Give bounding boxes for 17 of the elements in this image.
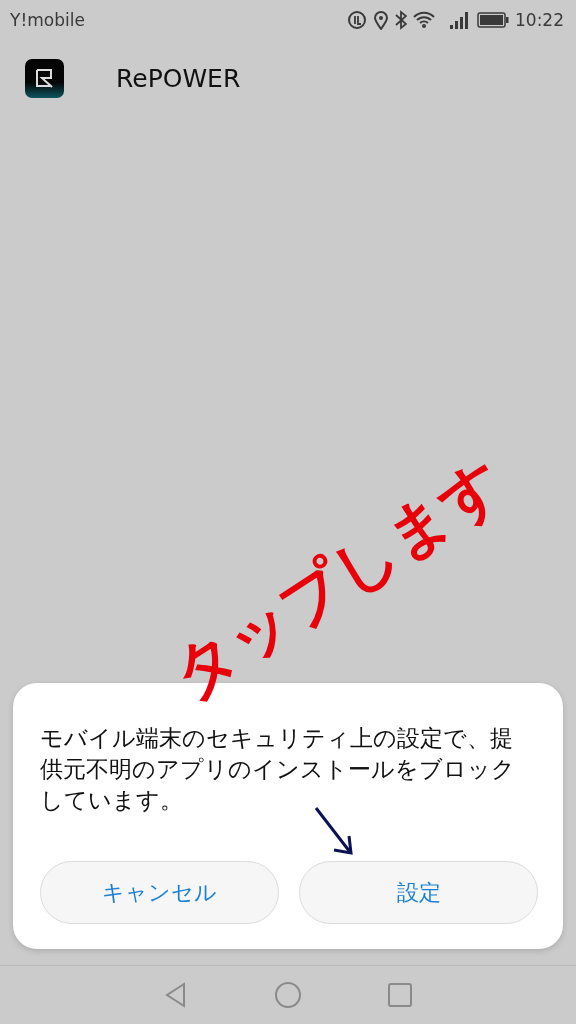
clock-time: 10:22	[515, 10, 564, 30]
data-saver-icon	[347, 10, 367, 30]
bluetooth-icon	[395, 10, 407, 30]
home-icon[interactable]	[274, 981, 302, 1009]
dialog-message: モバイル端末のセキュリティ上の設定で、提供元不明のアプリのインストールをブロックしています。	[40, 724, 516, 815]
dialog-button[interactable]: 設定	[299, 861, 538, 924]
handwritten-annotation: タップします	[163, 450, 514, 708]
recents-icon[interactable]	[386, 981, 414, 1009]
app-title: RePOWER	[116, 63, 241, 93]
location-icon	[373, 10, 389, 30]
arrow-icon	[312, 806, 356, 858]
app-logo-icon	[25, 58, 64, 98]
wifi-icon	[413, 11, 435, 29]
battery-icon	[477, 12, 509, 28]
dialog-button[interactable]: キャンセル	[40, 861, 279, 924]
signal-icon	[449, 11, 471, 29]
carrier-name: Y!mobile	[10, 10, 85, 30]
